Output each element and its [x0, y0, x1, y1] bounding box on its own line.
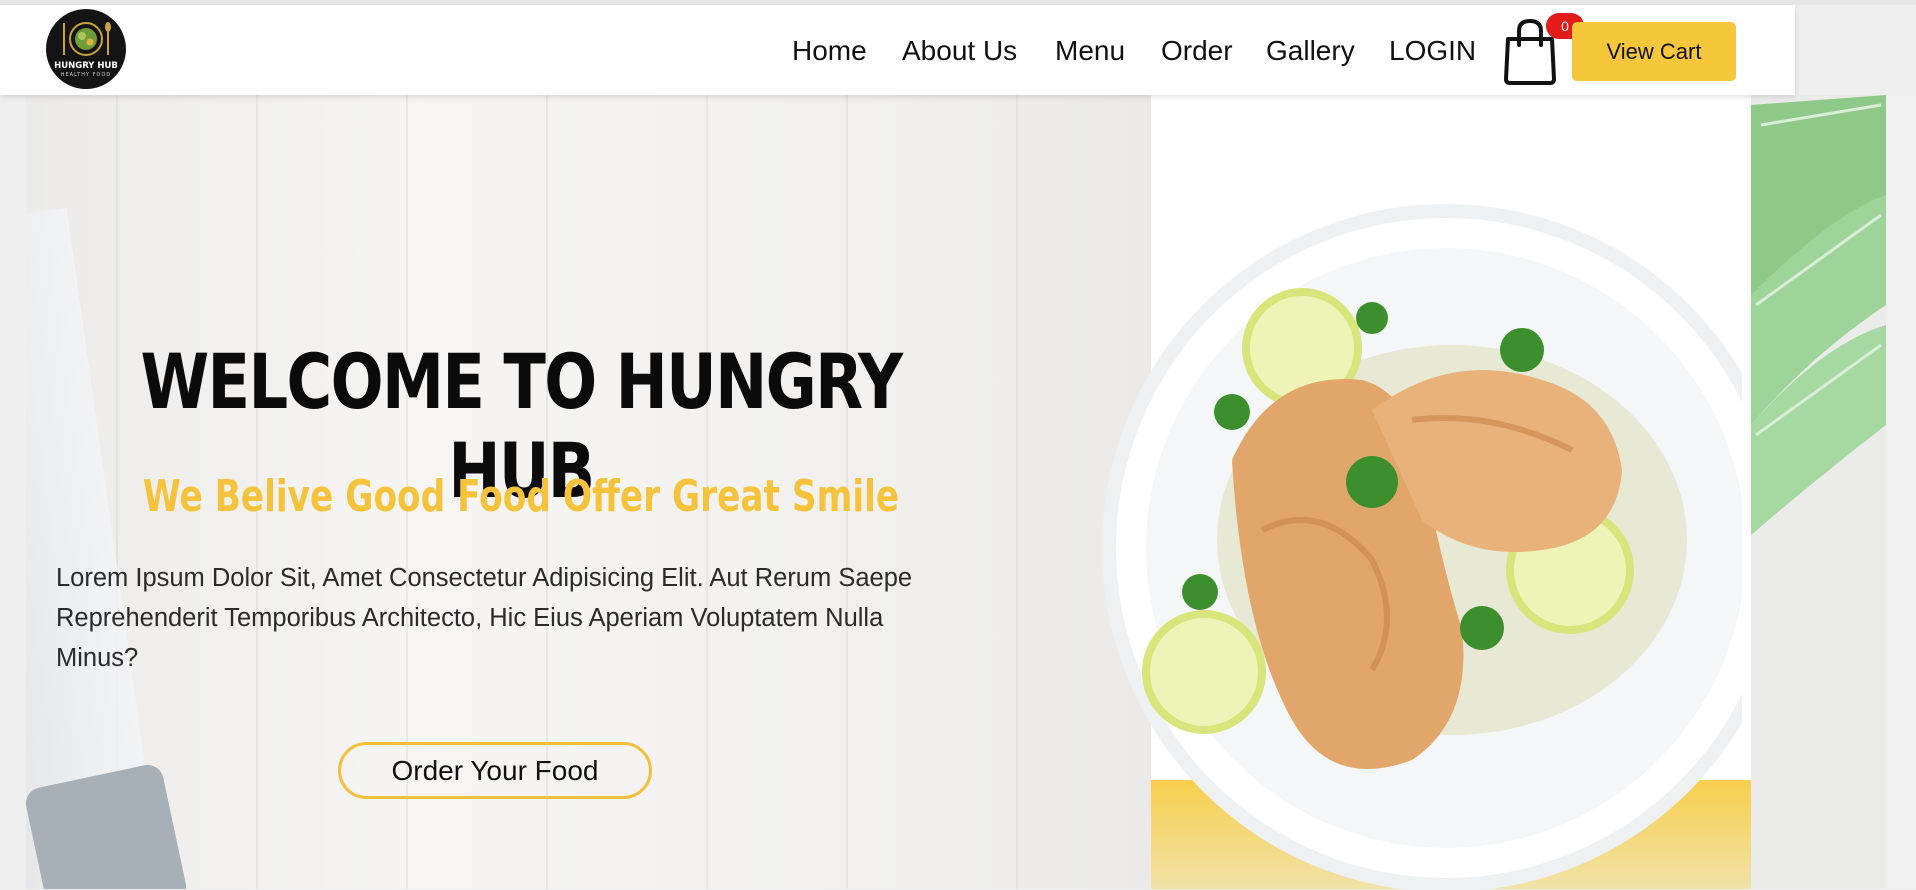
nav-login[interactable]: LOGIN [1389, 35, 1476, 67]
hero-description: Lorem Ipsum Dolor Sit, Amet Consectetur … [56, 564, 913, 672]
nav-gallery[interactable]: Gallery [1266, 35, 1355, 67]
view-cart-button[interactable]: View Cart [1572, 22, 1736, 81]
order-your-food-button[interactable]: Order Your Food [338, 742, 652, 799]
page-edge [1886, 95, 1916, 889]
nav-menu-link[interactable]: Menu [1055, 35, 1125, 67]
brand-logo[interactable]: HUNGRY HUB HEALTHY FOOD [46, 9, 126, 89]
logo-title: HUNGRY HUB [54, 61, 118, 71]
hero-section: WELCOME TO HUNGRY HUB We Belive Good Foo… [26, 95, 1152, 889]
nav-order[interactable]: Order [1161, 35, 1233, 67]
nav-about-us[interactable]: About Us [902, 35, 1017, 67]
hero-subtitle: We Belive Good Food Offer Great Smile [142, 471, 900, 522]
nav-home[interactable]: Home [792, 35, 867, 67]
logo-subtitle: HEALTHY FOOD [60, 72, 112, 78]
grilled-chicken-plate-image [1102, 204, 1742, 890]
navbar: HUNGRY HUB HEALTHY FOOD Home About Us Me… [0, 5, 1795, 95]
leaf-decoration [1751, 95, 1886, 889]
